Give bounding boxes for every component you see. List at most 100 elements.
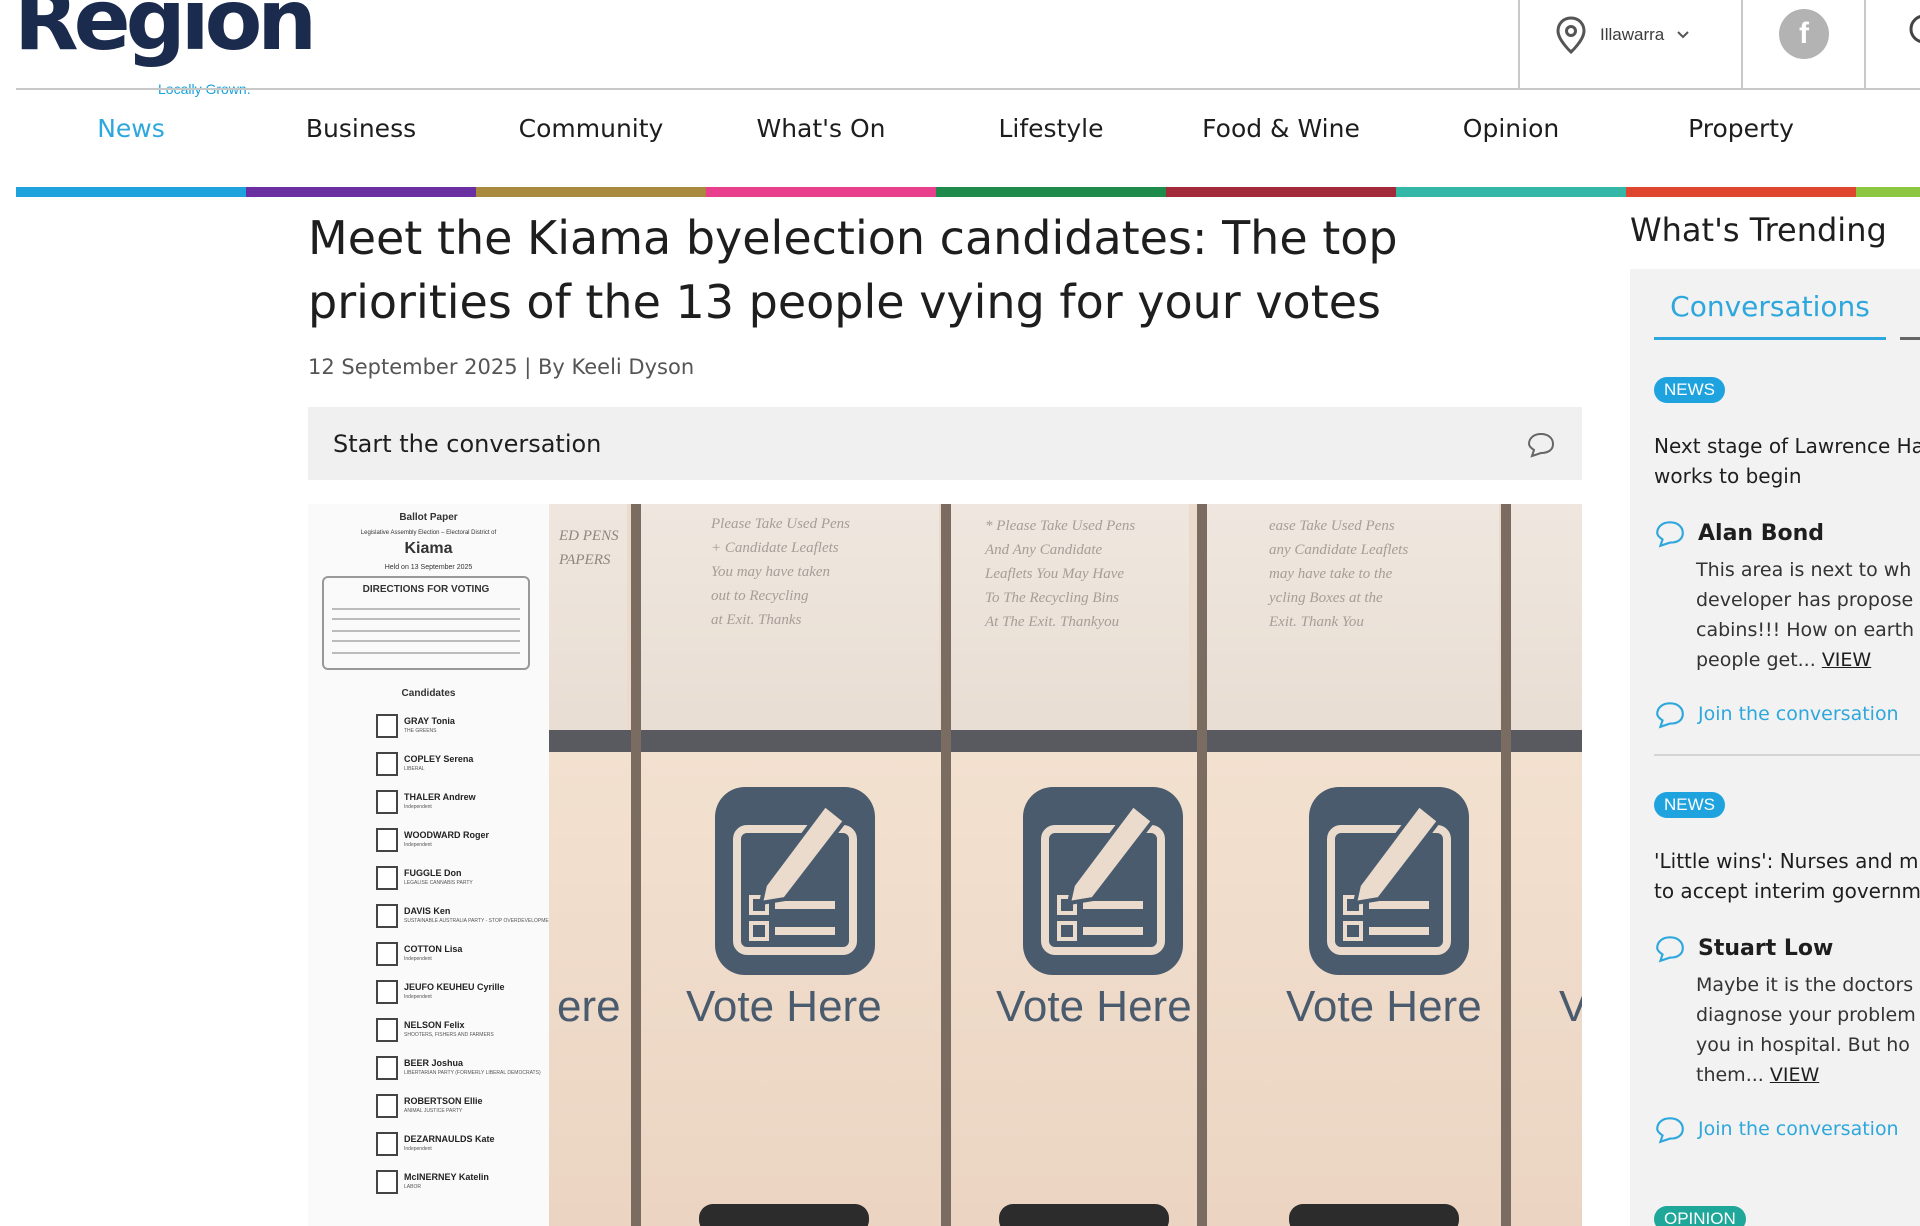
- comment-author: Alan Bond: [1654, 517, 1824, 549]
- booth-note: ease Take Used Pens any Candidate Leafle…: [1269, 518, 1409, 630]
- party-logo-icon: [338, 986, 356, 1000]
- candidate-party: Independent: [404, 1146, 432, 1152]
- comment-line: people get... VIEW: [1696, 649, 1872, 671]
- trending-title-line: 'Little wins': Nurses and mid: [1654, 849, 1920, 873]
- comment-line: developer has propose: [1696, 589, 1914, 611]
- ballot-box-icon: [715, 787, 875, 975]
- comment-bubble-icon: [1656, 521, 1684, 548]
- candidate-name: THALER Andrew: [404, 792, 476, 802]
- ballot-checkbox: [376, 866, 398, 890]
- chevron-down-icon: [1677, 31, 1689, 39]
- ballot-checkbox: [376, 904, 398, 928]
- site-logo[interactable]: Region: [14, 0, 317, 62]
- start-conversation-button[interactable]: Start the conversation: [308, 407, 1582, 480]
- vote-booth-photo: Please Take Used Pens + Candidate Leafle…: [549, 504, 1582, 1226]
- view-link[interactable]: VIEW: [1770, 1064, 1819, 1086]
- ballot-checkbox: [376, 790, 398, 814]
- party-logo-icon: [338, 872, 356, 886]
- ballot-directions-title: DIRECTIONS FOR VOTING: [362, 584, 490, 595]
- trending-title[interactable]: Next stage of Lawrence Ha works to begin: [1654, 431, 1920, 491]
- candidate-party: Independent: [404, 956, 432, 962]
- search-icon[interactable]: [1898, 10, 1920, 54]
- header-divider: [1864, 0, 1866, 88]
- comment-line: This area is next to wh: [1696, 559, 1912, 581]
- nav-item-property[interactable]: Property: [1626, 114, 1856, 143]
- header-rule: [16, 88, 1920, 90]
- party-logo-icon: [338, 910, 356, 924]
- trending-title[interactable]: 'Little wins': Nurses and mid to accept …: [1654, 846, 1920, 906]
- nav-item-opinion[interactable]: Opinion: [1396, 114, 1626, 143]
- nav-color-segment: [936, 187, 1166, 197]
- candidate-party: Independent: [404, 994, 432, 1000]
- booth-note: ED PENS PAPERS: [559, 528, 619, 568]
- header-divider: [1518, 0, 1520, 88]
- trending-heading: What's Trending: [1630, 211, 1887, 249]
- trending-title-line: works to begin: [1654, 464, 1802, 488]
- article-hero-image: Ballot Paper Legislative Assembly Electi…: [308, 504, 1582, 1226]
- nav-color-segment: [1856, 187, 1920, 197]
- comment-author-name: Stuart Low: [1698, 935, 1834, 961]
- ballot-directions: DIRECTIONS FOR VOTING: [322, 576, 530, 670]
- candidate-name: COPLEY Serena: [404, 754, 474, 764]
- join-conversation-link[interactable]: Join the conversation: [1654, 698, 1899, 730]
- nav-item-food-wine[interactable]: Food & Wine: [1166, 114, 1396, 143]
- candidate-party: LEGALISE CANNABIS PARTY: [404, 880, 473, 886]
- nav-item-lifestyle[interactable]: Lifestyle: [936, 114, 1166, 143]
- tab-underline-next: [1900, 337, 1920, 340]
- tab-conversations[interactable]: Conversations: [1654, 290, 1886, 323]
- party-logo-icon: [338, 1024, 356, 1038]
- comment-line: them... VIEW: [1696, 1064, 1820, 1086]
- ballot-checkbox: [376, 980, 398, 1004]
- vote-here-label: Vote Here: [1286, 982, 1482, 1031]
- ballot-checkbox: [376, 1170, 398, 1194]
- candidate-party: ANIMAL JUSTICE PARTY: [404, 1108, 463, 1114]
- join-conversation-label: Join the conversation: [1698, 1118, 1899, 1140]
- candidate-party: LIBERAL: [404, 766, 425, 772]
- party-logo-icon: [338, 796, 356, 810]
- ballot-held-on: Held on 13 September 2025: [384, 564, 473, 571]
- candidate-party: LABOR: [404, 1184, 421, 1190]
- party-logo-icon: [338, 948, 356, 962]
- nav-color-segment: [1396, 187, 1626, 197]
- join-conversation-label: Join the conversation: [1698, 703, 1899, 725]
- party-logo-icon: [338, 1176, 356, 1190]
- ballot-checkbox: [376, 1094, 398, 1118]
- tab-underline: [1654, 337, 1886, 340]
- ballot-box-icon: [1023, 787, 1183, 975]
- comment-author-name: Alan Bond: [1698, 520, 1825, 546]
- vote-here-label: Vote Here: [996, 982, 1192, 1031]
- ballot-paper: Ballot Paper Legislative Assembly Electi…: [308, 504, 549, 1226]
- nav-item-whats-on[interactable]: What's On: [706, 114, 936, 143]
- candidate-name: DAVIS Ken: [404, 906, 451, 916]
- candidate-name: BEER Joshua: [404, 1058, 464, 1068]
- booth-note: * Please Take Used Pens And Any Candidat…: [985, 518, 1136, 630]
- candidate-name: GRAY Tonia: [404, 716, 455, 726]
- candidate-name: FUGGLE Don: [404, 868, 462, 878]
- candidate-party: THE GREENS: [404, 728, 437, 734]
- party-logo-icon: [338, 758, 356, 772]
- news-badge[interactable]: NEWS: [1654, 792, 1725, 818]
- candidate-name: NELSON Felix: [404, 1020, 465, 1030]
- article-byline: 12 September 2025 | By Keeli Dyson: [308, 355, 695, 379]
- ballot-checkbox: [376, 714, 398, 738]
- vote-here-label: ere: [557, 982, 621, 1031]
- nav-item-community[interactable]: Community: [476, 114, 706, 143]
- ballot-box-icon: [1309, 787, 1469, 975]
- comment-line: cabins!!! How on earth: [1696, 619, 1915, 641]
- candidate-party: SHOOTERS, FISHERS AND FARMERS: [404, 1032, 494, 1038]
- opinion-badge[interactable]: OPINION: [1654, 1206, 1746, 1226]
- candidate-name: COTTON Lisa: [404, 944, 463, 954]
- candidate-party: Independent: [404, 842, 432, 848]
- location-selector[interactable]: Illawarra: [1554, 12, 1690, 58]
- candidate-name: WOODWARD Roger: [404, 830, 489, 840]
- ballot-checkbox: [376, 942, 398, 966]
- nav-item-news[interactable]: News: [16, 114, 246, 143]
- candidate-name: DEZARNAULDS Kate: [404, 1134, 495, 1144]
- news-badge[interactable]: NEWS: [1654, 377, 1725, 403]
- comment-author: Stuart Low: [1654, 932, 1833, 964]
- view-link[interactable]: VIEW: [1822, 649, 1871, 671]
- ballot-subheading: Legislative Assembly Election – Electora…: [360, 530, 497, 536]
- facebook-icon[interactable]: f: [1779, 9, 1829, 59]
- join-conversation-link[interactable]: Join the conversation: [1654, 1113, 1899, 1145]
- nav-item-business[interactable]: Business: [246, 114, 476, 143]
